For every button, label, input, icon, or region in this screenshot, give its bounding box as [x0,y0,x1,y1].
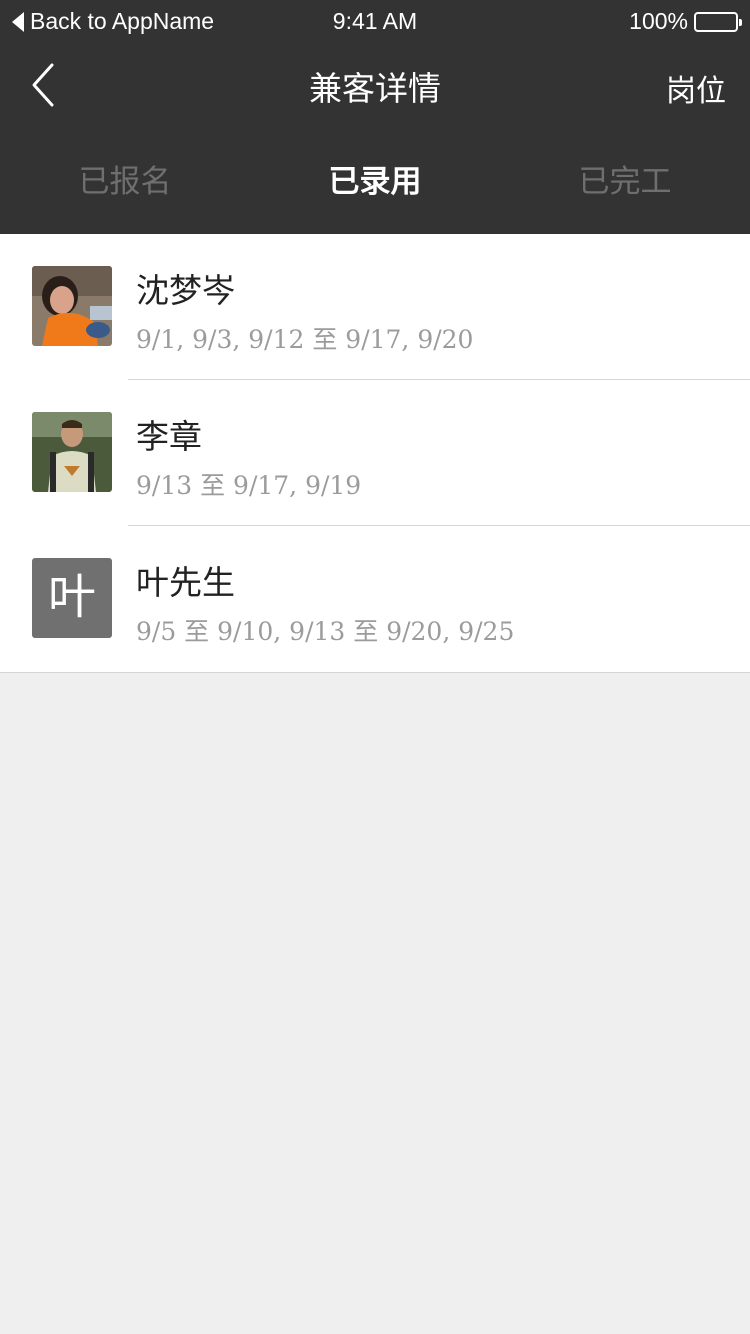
worker-name: 沈梦岑 [136,272,235,309]
avatar [32,412,112,492]
battery-icon [694,11,742,32]
list-item[interactable]: 李章 9/13 至 9/17, 9/19 [0,380,750,526]
worker-list: 沈梦岑 9/1, 9/3, 9/12 至 9/17, 9/20 李章 9/13 … [0,234,750,673]
worker-name: 李章 [136,418,202,455]
tab-completed[interactable]: 已完工 [500,150,750,214]
battery-percent: 100% [629,8,688,34]
tab-bar: 已报名 已录用 已完工 [0,150,750,214]
list-item[interactable]: 沈梦岑 9/1, 9/3, 9/12 至 9/17, 9/20 [0,234,750,380]
header-bar: Back to AppName 9:41 AM 100% 兼客详情 岗位 已报名… [0,0,750,234]
page-title: 兼客详情 [309,70,441,107]
status-bar: Back to AppName 9:41 AM 100% [0,0,750,44]
tab-registered[interactable]: 已报名 [0,150,250,214]
worker-dates: 9/1, 9/3, 9/12 至 9/17, 9/20 [136,325,474,354]
list-item[interactable]: 叶 叶先生 9/5 至 9/10, 9/13 至 9/20, 9/25 [0,526,750,672]
worker-dates: 9/5 至 9/10, 9/13 至 9/20, 9/25 [136,617,515,646]
position-button[interactable]: 岗位 [666,66,726,110]
avatar: 叶 [32,558,112,638]
worker-name: 叶先生 [136,564,235,601]
avatar [32,266,112,346]
battery-indicator: 100% [629,8,742,35]
worker-dates: 9/13 至 9/17, 9/19 [136,471,362,500]
tab-hired[interactable]: 已录用 [250,150,500,214]
